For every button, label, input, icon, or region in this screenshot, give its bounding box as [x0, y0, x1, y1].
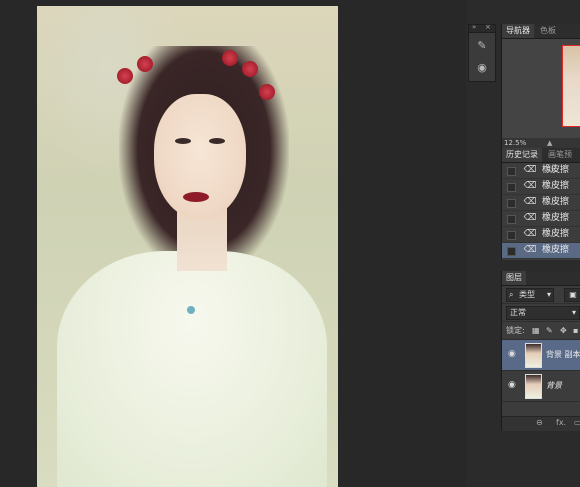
clone-source-icon[interactable]: ◉	[473, 59, 491, 77]
zoom-level[interactable]: 12.5%	[504, 138, 526, 148]
image-filter-icon[interactable]: ▣	[564, 288, 580, 302]
history-item[interactable]: ⌫ 橡皮擦	[502, 227, 580, 243]
layer-name: 背景	[546, 381, 562, 390]
visibility-eye-icon[interactable]: ◉	[508, 349, 516, 359]
lock-brush-icon[interactable]: ✎	[546, 322, 553, 339]
layers-footer: ⊖ fx. ▭	[502, 416, 580, 431]
navigator-panel: 导航器 色板 12.5% ▲	[501, 24, 580, 148]
history-item-label: 橡皮擦	[542, 245, 570, 255]
blend-mode-select[interactable]: 正常 ▾	[506, 306, 580, 320]
layer-style-icon[interactable]: fx.	[556, 418, 566, 427]
tab-history[interactable]: 历史记录	[502, 148, 542, 162]
tab-swatches[interactable]: 色板	[536, 24, 560, 38]
history-item-selected[interactable]: ⌫ 橡皮擦	[502, 243, 580, 259]
visibility-eye-icon[interactable]: ◉	[508, 380, 516, 390]
panel-strip-header[interactable]: » ×	[469, 23, 495, 33]
history-item-label: 橡皮擦	[542, 165, 570, 175]
lock-row: 锁定: ▦ ✎ ✥ ▪	[502, 322, 580, 340]
history-item[interactable]: ⌫ 橡皮擦	[502, 179, 580, 195]
history-item-label: 橡皮擦	[542, 213, 570, 223]
layer-filter-select[interactable]: ⌕ 类型 ▾	[506, 288, 554, 302]
layer-mask-icon[interactable]: ▭	[574, 418, 580, 427]
history-checkbox[interactable]	[507, 215, 516, 224]
layer-item[interactable]: ◉ 背景	[502, 371, 580, 402]
lock-move-icon[interactable]: ✥	[560, 322, 567, 339]
navigator-preview[interactable]	[502, 39, 580, 147]
lock-transparent-icon[interactable]: ▦	[532, 322, 540, 339]
history-checkbox[interactable]	[507, 231, 516, 240]
image-flower	[242, 61, 258, 77]
canvas-area[interactable]	[0, 0, 466, 487]
chevron-down-icon: ▾	[546, 290, 551, 299]
history-checkbox[interactable]	[507, 183, 516, 192]
document-image[interactable]	[37, 6, 338, 487]
history-item-label: 橡皮擦	[542, 181, 570, 191]
tab-layers[interactable]: 图层	[502, 271, 526, 285]
link-layers-icon[interactable]: ⊖	[536, 418, 543, 427]
history-item[interactable]: ⌫ 橡皮擦	[502, 163, 580, 179]
eraser-icon: ⌫	[523, 181, 537, 191]
expand-icon[interactable]: »	[472, 23, 476, 31]
navigator-thumbnail[interactable]	[562, 45, 580, 127]
chevron-down-icon: ▾	[571, 308, 576, 317]
layer-item-selected[interactable]: ◉ 背景 副本	[502, 340, 580, 371]
navigator-tabbar: 导航器 色板	[502, 24, 580, 39]
history-checkbox[interactable]	[507, 167, 516, 176]
tab-brush-presets[interactable]: 画笔预设	[544, 148, 580, 173]
history-item-label: 橡皮擦	[542, 229, 570, 239]
image-eye-left	[175, 138, 191, 144]
layer-filter-row: ⌕ 类型 ▾ ▣	[502, 286, 580, 304]
blend-mode-row: 正常 ▾	[502, 304, 580, 322]
eraser-icon: ⌫	[523, 213, 537, 223]
image-eye-right	[209, 138, 225, 144]
eraser-icon: ⌫	[523, 165, 537, 175]
image-pendant	[187, 306, 195, 314]
history-item-label: 橡皮擦	[542, 197, 570, 207]
eraser-icon: ⌫	[523, 197, 537, 207]
history-panel: 历史记录 画笔预设 ⌫ 橡皮擦 ⌫ 橡皮擦 ⌫ 橡皮擦 ⌫ 橡皮擦 ⌫ 橡皮擦	[501, 148, 580, 260]
history-tabbar: 历史记录 画笔预设	[502, 148, 580, 173]
history-item[interactable]: ⌫ 橡皮擦	[502, 195, 580, 211]
zoom-out-icon[interactable]: ▲	[547, 138, 552, 148]
collapsed-panel-strip: » × ✎ ◉	[468, 23, 496, 82]
history-checkbox[interactable]	[507, 199, 516, 208]
search-icon: ⌕	[509, 290, 514, 299]
layer-name: 背景 副本	[546, 350, 580, 359]
image-flower	[117, 68, 133, 84]
layer-filter-label: 类型	[519, 290, 535, 299]
layer-thumbnail	[525, 343, 542, 368]
layers-tabbar: 图层	[502, 271, 580, 286]
layer-thumbnail	[525, 374, 542, 399]
tab-navigator[interactable]: 导航器	[502, 24, 534, 38]
lock-label: 锁定:	[506, 326, 525, 335]
close-icon[interactable]: ×	[485, 23, 491, 31]
history-list: ⌫ 橡皮擦 ⌫ 橡皮擦 ⌫ 橡皮擦 ⌫ 橡皮擦 ⌫ 橡皮擦 ⌫ 橡皮擦	[502, 163, 580, 259]
history-item[interactable]: ⌫ 橡皮擦	[502, 211, 580, 227]
navigator-zoom-bar: 12.5% ▲	[502, 138, 580, 148]
eraser-icon: ⌫	[523, 229, 537, 239]
image-flower	[137, 56, 153, 72]
blend-mode-label: 正常	[510, 308, 526, 317]
image-lips	[183, 192, 209, 202]
lock-all-icon[interactable]: ▪	[573, 322, 578, 339]
eraser-icon: ⌫	[523, 245, 537, 255]
image-dress	[57, 251, 327, 487]
history-checkbox[interactable]	[507, 247, 516, 256]
image-flower	[259, 84, 275, 100]
layers-panel: 图层 ⌕ 类型 ▾ ▣ 正常 ▾ 锁定: ▦ ✎ ✥ ▪ ◉ 背景 副本 ◉ 背…	[501, 271, 580, 431]
brush-tool-icon[interactable]: ✎	[473, 37, 491, 55]
image-flower	[222, 50, 238, 66]
